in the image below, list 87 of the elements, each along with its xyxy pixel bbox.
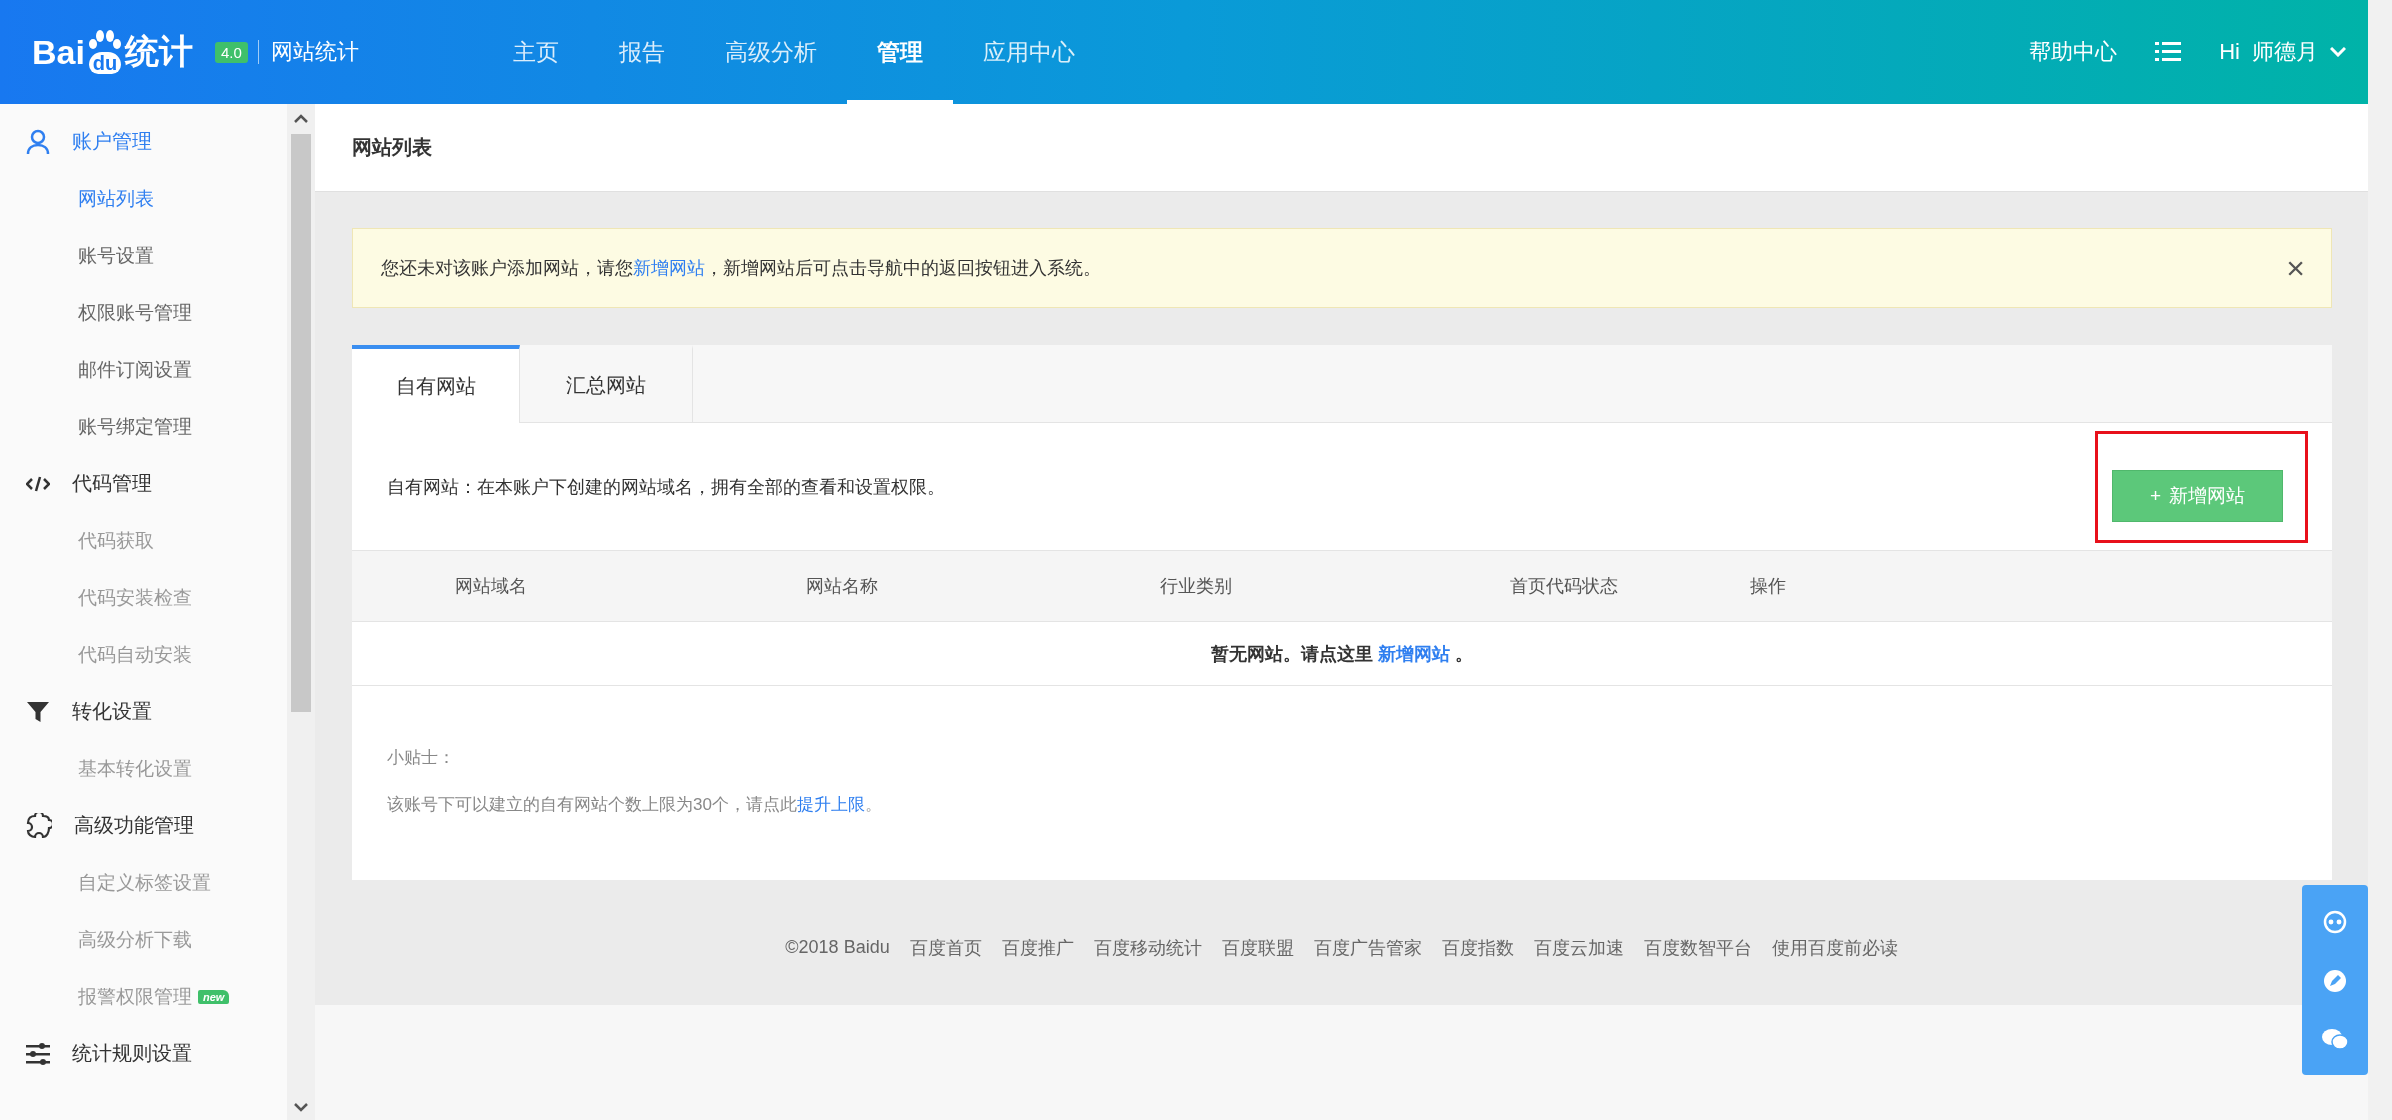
edit-icon[interactable]: [2322, 968, 2348, 994]
sidebar-item[interactable]: 基本转化设置: [0, 740, 287, 797]
nav-tab[interactable]: 高级分析: [694, 0, 847, 104]
notice-text: 您还未对该账户添加网站，请您新增网站，新增网站后可点击导航中的返回按钮进入系统。: [381, 257, 1102, 280]
footer-link[interactable]: 百度指数: [1441, 935, 1514, 960]
sidebar-item[interactable]: 代码自动安装: [0, 626, 287, 683]
close-button[interactable]: ×: [2286, 249, 2305, 287]
footer-link[interactable]: 百度广告管家: [1313, 935, 1422, 960]
sidebar-group[interactable]: 转化设置: [0, 683, 287, 740]
item-label: 账号设置: [78, 243, 154, 268]
sliders-icon: [26, 1042, 50, 1065]
sidebar-item[interactable]: 代码安装检查: [0, 569, 287, 626]
sidebar-item[interactable]: 账号设置: [0, 227, 287, 284]
group-label: 高级功能管理: [74, 813, 194, 838]
nav-tab[interactable]: 应用中心: [952, 0, 1105, 104]
item-label: 账号绑定管理: [78, 414, 192, 439]
item-label: 代码安装检查: [78, 585, 192, 610]
sidebar-item[interactable]: 代码获取: [0, 512, 287, 569]
chevron-down-icon[interactable]: [294, 1102, 308, 1112]
group-label: 转化设置: [72, 699, 152, 724]
logo-text: 统计: [124, 31, 193, 72]
group-label: 统计规则设置: [72, 1041, 192, 1066]
column-header: 网站名称: [806, 575, 879, 598]
footer-link[interactable]: 百度联盟: [1221, 935, 1294, 960]
sidebar-item[interactable]: 自定义标签设置: [0, 854, 287, 911]
column-header: 操作: [1750, 575, 1787, 598]
sidebar-item[interactable]: 网站列表: [0, 170, 287, 227]
greeting: Hi: [2219, 39, 2240, 65]
user-icon: [26, 128, 50, 155]
nav-tab[interactable]: 报告: [588, 0, 695, 104]
sidebar-group[interactable]: 统计规则设置: [0, 1025, 287, 1082]
paw-icon: [87, 30, 122, 50]
logo-text: Bai: [32, 32, 85, 72]
wechat-icon[interactable]: [2321, 1026, 2349, 1051]
description-text: 自有网站：在本账户下创建的网站域名，拥有全部的查看和设置权限。: [387, 475, 946, 499]
raise-limit-link[interactable]: 提升上限: [796, 795, 865, 814]
sidebar-item[interactable]: 邮件订阅设置: [0, 341, 287, 398]
item-label: 网站列表: [78, 186, 154, 211]
item-label: 自定义标签设置: [78, 870, 211, 895]
sidebar-group[interactable]: 代码管理: [0, 455, 287, 512]
item-label: 代码获取: [78, 528, 154, 553]
item-label: 权限账号管理: [78, 300, 192, 325]
footer-link[interactable]: 使用百度前必读: [1771, 935, 1898, 960]
tab[interactable]: 自有网站: [352, 345, 520, 423]
page-title: 网站列表: [315, 104, 2368, 192]
group-label: 代码管理: [72, 471, 152, 496]
footer-link[interactable]: 百度移动统计: [1093, 935, 1202, 960]
item-label: 高级分析下载: [78, 927, 192, 952]
add-site-link[interactable]: 新增网站: [633, 258, 705, 278]
copyright: ©2018 Baidu: [785, 937, 890, 958]
scrollbar[interactable]: [287, 104, 315, 1120]
item-label: 邮件订阅设置: [78, 357, 192, 382]
sidebar-item[interactable]: 报警权限管理 new: [0, 968, 287, 1025]
version-badge: 4.0: [214, 41, 248, 63]
new-badge: new: [198, 989, 230, 1004]
scroll-thumb[interactable]: [291, 134, 311, 712]
nav-tab[interactable]: 主页: [482, 0, 589, 104]
footer-link[interactable]: 百度数智平台: [1643, 935, 1752, 960]
sidebar-item[interactable]: 高级分析下载: [0, 911, 287, 968]
chevron-up-icon[interactable]: [294, 114, 308, 124]
sidebar-group[interactable]: 高级功能管理: [0, 797, 287, 854]
tips-text: 该账号下可以建立的自有网站个数上限为30个，请点此提升上限。: [387, 794, 883, 816]
add-site-link[interactable]: 新增网站: [1378, 643, 1450, 664]
sidebar-item[interactable]: 账号绑定管理: [0, 398, 287, 455]
list-icon[interactable]: [2155, 41, 2182, 63]
puzzle-icon: [26, 812, 52, 839]
item-label: 报警权限管理: [78, 984, 192, 1009]
tips-title: 小贴士：: [387, 747, 456, 769]
footer-link[interactable]: 百度云加速: [1533, 935, 1624, 960]
sidebar-item[interactable]: 权限账号管理: [0, 284, 287, 341]
chat-bubble-icon[interactable]: [2322, 909, 2348, 936]
footer-link[interactable]: 百度首页: [909, 935, 982, 960]
empty-message: 暂无网站。请点这里 新增网站 。: [1211, 642, 1473, 666]
column-header: 行业类别: [1160, 575, 1233, 598]
product-name: 网站统计: [257, 40, 359, 64]
footer-link[interactable]: 百度推广: [1001, 935, 1074, 960]
code-icon: [26, 475, 50, 492]
help-link[interactable]: 帮助中心: [2029, 37, 2118, 67]
column-header: 首页代码状态: [1510, 575, 1619, 598]
item-label: 代码自动安装: [78, 642, 192, 667]
column-header: 网站域名: [455, 575, 528, 598]
user-name[interactable]: 师德月: [2252, 37, 2318, 67]
logo-text: du: [88, 52, 122, 74]
item-label: 基本转化设置: [78, 756, 192, 781]
group-label: 账户管理: [72, 129, 152, 154]
sidebar-group[interactable]: 账户管理: [0, 113, 287, 170]
filter-icon: [26, 699, 50, 724]
